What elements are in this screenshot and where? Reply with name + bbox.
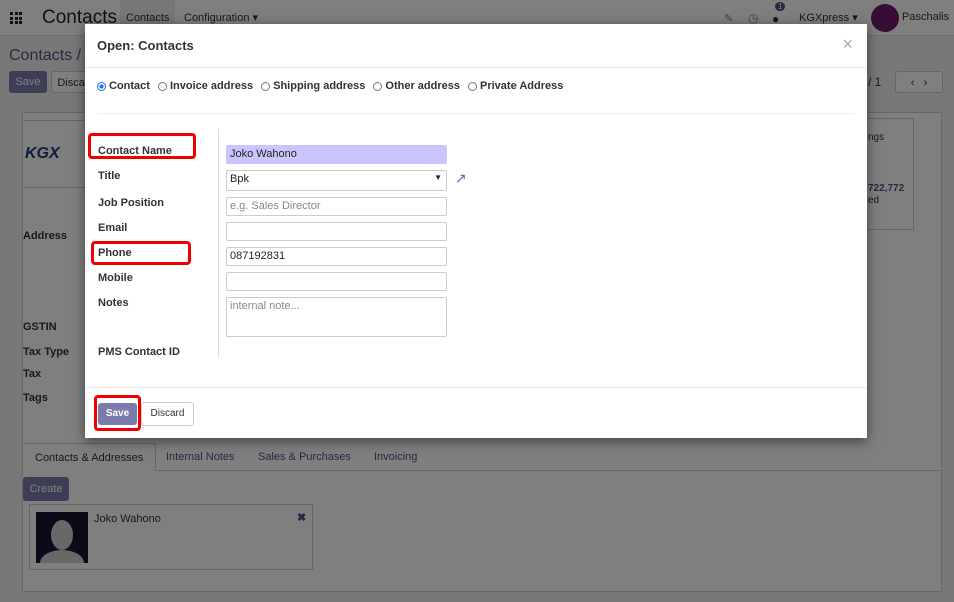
title-select[interactable]: Bpk ▼ [226, 170, 447, 191]
label-title: Title [98, 170, 121, 182]
caret-down-icon: ▼ [434, 173, 442, 182]
radio-label: Private Address [480, 80, 564, 92]
radio-icon [468, 81, 477, 91]
label-job-position: Job Position [98, 197, 164, 209]
radio-label: Shipping address [273, 80, 366, 92]
title-value: Bpk [230, 173, 249, 185]
radio-label: Other address [385, 80, 460, 92]
notes-textarea[interactable]: internal note... [226, 297, 447, 337]
job-position-input[interactable]: e.g. Sales Director [226, 197, 447, 216]
radio-icon [261, 81, 271, 91]
radio-private-address[interactable]: Private Address [468, 80, 563, 92]
email-input[interactable] [226, 222, 447, 241]
address-type-radios: Contact Invoice address Shipping address… [97, 80, 563, 92]
highlight-box [94, 395, 141, 431]
external-link-icon[interactable]: ↗ [455, 170, 467, 187]
radio-shipping-address[interactable]: Shipping address [261, 80, 365, 92]
radio-other-address[interactable]: Other address [373, 80, 460, 92]
divider [218, 129, 219, 358]
radio-icon [373, 81, 383, 91]
highlight-box [88, 133, 196, 159]
discard-button[interactable]: Discard [141, 402, 194, 426]
footer-divider [85, 387, 867, 388]
radio-label: Contact [109, 80, 150, 92]
contact-name-input[interactable]: Joko Wahono [226, 145, 447, 164]
label-mobile: Mobile [98, 272, 133, 284]
dialog-title: Open: Contacts [85, 24, 867, 68]
close-icon[interactable]: × [842, 34, 853, 55]
radio-icon [157, 81, 167, 91]
label-pms-contact-id: PMS Contact ID [98, 346, 180, 358]
divider [97, 113, 855, 114]
radio-invoice-address[interactable]: Invoice address [157, 80, 254, 92]
label-email: Email [98, 222, 128, 234]
mobile-input[interactable] [226, 272, 447, 291]
radio-label: Invoice address [169, 80, 254, 92]
radio-contact[interactable]: Contact [97, 80, 150, 92]
label-notes: Notes [98, 297, 129, 309]
highlight-box [91, 241, 191, 265]
contact-dialog: Open: Contacts × Contact Invoice address… [85, 24, 867, 438]
radio-checked-icon [97, 81, 106, 91]
phone-input[interactable]: 087192831 [226, 247, 447, 266]
